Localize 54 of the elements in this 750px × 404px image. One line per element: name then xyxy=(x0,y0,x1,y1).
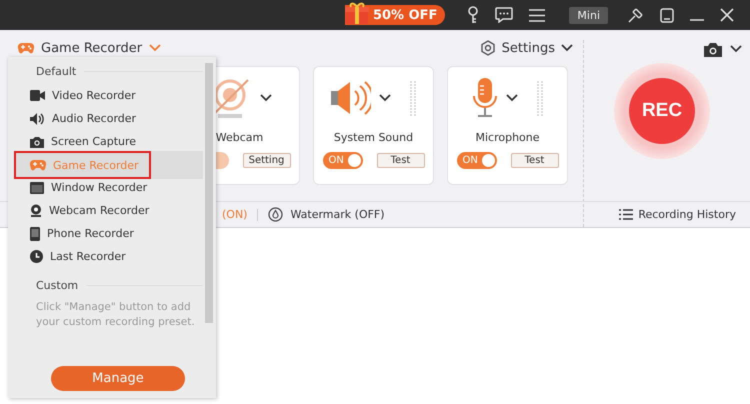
level-meter-icon xyxy=(536,80,544,116)
key-icon[interactable] xyxy=(467,6,480,24)
source-label: Microphone xyxy=(475,131,540,144)
menu-icon[interactable] xyxy=(529,8,546,22)
promo-badge[interactable]: 50% OFF xyxy=(344,5,446,25)
mode-selector[interactable]: Game Recorder xyxy=(18,40,162,56)
menu-item[interactable]: Webcam Recorder xyxy=(14,199,203,222)
microphone-icon xyxy=(472,78,498,118)
gamepad-icon xyxy=(18,42,34,54)
discount-label: 50% OFF xyxy=(372,8,438,22)
speaker-icon xyxy=(30,112,45,124)
source-label: System Sound xyxy=(334,131,414,144)
watermark-button[interactable]: Watermark (OFF) xyxy=(268,207,385,222)
section-heading: Default xyxy=(36,64,76,78)
clock-icon xyxy=(30,250,43,263)
dropdown-caret-icon[interactable] xyxy=(260,94,272,102)
dropdown-caret-icon[interactable] xyxy=(506,94,518,102)
chat-icon[interactable] xyxy=(495,7,514,23)
hint-text: Click "Manage" button to add your custom recording preset. xyxy=(36,300,196,330)
recording-history-button[interactable]: Recording History xyxy=(619,208,736,221)
mini-button[interactable]: Mini xyxy=(569,6,608,24)
rec-button[interactable]: REC xyxy=(629,78,695,144)
drop-icon xyxy=(268,207,284,222)
gamepad-icon xyxy=(30,159,46,171)
dropdown-caret-icon[interactable] xyxy=(730,45,742,53)
webcam-icon xyxy=(30,204,42,217)
window-icon[interactable] xyxy=(660,8,674,22)
section-heading: Custom xyxy=(36,278,78,292)
settings-button[interactable]: Settings xyxy=(480,40,573,56)
menu-item[interactable]: Last Recorder xyxy=(14,245,203,268)
video-camera-icon xyxy=(30,90,45,101)
status-text: (ON) xyxy=(222,208,248,221)
close-icon[interactable] xyxy=(720,8,734,22)
caret-icon xyxy=(149,44,162,52)
speaker-icon xyxy=(330,80,370,116)
window-icon xyxy=(30,182,44,194)
list-icon xyxy=(619,209,634,220)
dropdown-caret-icon[interactable] xyxy=(378,94,390,102)
test-button[interactable]: Test xyxy=(510,153,558,168)
camera-icon xyxy=(30,136,44,148)
menu-item[interactable]: Phone Recorder xyxy=(14,222,203,245)
level-meter-icon xyxy=(408,80,416,116)
source-label: Webcam xyxy=(216,131,264,144)
settings-icon xyxy=(480,40,496,56)
phone-icon xyxy=(30,226,40,240)
scrollbar[interactable] xyxy=(205,63,213,323)
setting-button[interactable]: Setting xyxy=(242,153,290,168)
menu-item[interactable]: Window Recorder xyxy=(14,176,203,199)
gift-icon xyxy=(344,2,369,24)
caret-icon xyxy=(561,44,573,52)
camera-icon[interactable] xyxy=(704,42,722,56)
menu-item[interactable]: Audio Recorder xyxy=(14,107,203,130)
test-button[interactable]: Test xyxy=(376,153,424,168)
menu-item[interactable]: Video Recorder xyxy=(14,84,203,107)
